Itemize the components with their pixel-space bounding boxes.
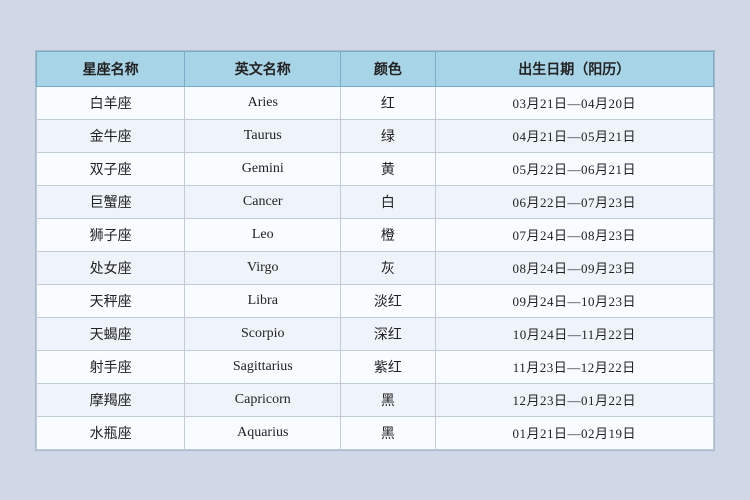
cell-color: 淡红 — [341, 284, 435, 317]
cell-english-name: Sagittarius — [185, 350, 341, 383]
cell-chinese-name: 狮子座 — [37, 218, 185, 251]
cell-date: 07月24日—08月23日 — [435, 218, 713, 251]
cell-date: 04月21日—05月21日 — [435, 119, 713, 152]
cell-date: 03月21日—04月20日 — [435, 86, 713, 119]
header-date: 出生日期（阳历） — [435, 51, 713, 86]
cell-chinese-name: 射手座 — [37, 350, 185, 383]
cell-english-name: Virgo — [185, 251, 341, 284]
table-row: 射手座Sagittarius紫红11月23日—12月22日 — [37, 350, 714, 383]
cell-chinese-name: 金牛座 — [37, 119, 185, 152]
cell-date: 06月22日—07月23日 — [435, 185, 713, 218]
cell-chinese-name: 处女座 — [37, 251, 185, 284]
cell-english-name: Aquarius — [185, 416, 341, 449]
cell-chinese-name: 天秤座 — [37, 284, 185, 317]
table-row: 金牛座Taurus绿04月21日—05月21日 — [37, 119, 714, 152]
cell-chinese-name: 白羊座 — [37, 86, 185, 119]
cell-color: 橙 — [341, 218, 435, 251]
cell-chinese-name: 双子座 — [37, 152, 185, 185]
cell-date: 10月24日—11月22日 — [435, 317, 713, 350]
table-row: 狮子座Leo橙07月24日—08月23日 — [37, 218, 714, 251]
cell-date: 08月24日—09月23日 — [435, 251, 713, 284]
cell-english-name: Leo — [185, 218, 341, 251]
cell-english-name: Aries — [185, 86, 341, 119]
table-row: 摩羯座Capricorn黑12月23日—01月22日 — [37, 383, 714, 416]
zodiac-table-wrapper: 星座名称 英文名称 颜色 出生日期（阳历） 白羊座Aries红03月21日—04… — [35, 50, 715, 451]
cell-date: 11月23日—12月22日 — [435, 350, 713, 383]
cell-color: 红 — [341, 86, 435, 119]
cell-color: 绿 — [341, 119, 435, 152]
cell-chinese-name: 巨蟹座 — [37, 185, 185, 218]
cell-color: 紫红 — [341, 350, 435, 383]
header-color: 颜色 — [341, 51, 435, 86]
cell-color: 黄 — [341, 152, 435, 185]
table-row: 天蝎座Scorpio深红10月24日—11月22日 — [37, 317, 714, 350]
header-chinese-name: 星座名称 — [37, 51, 185, 86]
table-row: 巨蟹座Cancer白06月22日—07月23日 — [37, 185, 714, 218]
cell-english-name: Cancer — [185, 185, 341, 218]
table-row: 处女座Virgo灰08月24日—09月23日 — [37, 251, 714, 284]
cell-chinese-name: 摩羯座 — [37, 383, 185, 416]
cell-english-name: Taurus — [185, 119, 341, 152]
cell-chinese-name: 水瓶座 — [37, 416, 185, 449]
table-row: 水瓶座Aquarius黑01月21日—02月19日 — [37, 416, 714, 449]
cell-color: 黑 — [341, 416, 435, 449]
table-row: 白羊座Aries红03月21日—04月20日 — [37, 86, 714, 119]
table-body: 白羊座Aries红03月21日—04月20日金牛座Taurus绿04月21日—0… — [37, 86, 714, 449]
cell-color: 灰 — [341, 251, 435, 284]
cell-date: 05月22日—06月21日 — [435, 152, 713, 185]
table-row: 天秤座Libra淡红09月24日—10月23日 — [37, 284, 714, 317]
cell-english-name: Libra — [185, 284, 341, 317]
cell-color: 白 — [341, 185, 435, 218]
table-header-row: 星座名称 英文名称 颜色 出生日期（阳历） — [37, 51, 714, 86]
header-english-name: 英文名称 — [185, 51, 341, 86]
cell-date: 01月21日—02月19日 — [435, 416, 713, 449]
cell-color: 深红 — [341, 317, 435, 350]
zodiac-table: 星座名称 英文名称 颜色 出生日期（阳历） 白羊座Aries红03月21日—04… — [36, 51, 714, 450]
cell-date: 09月24日—10月23日 — [435, 284, 713, 317]
cell-english-name: Capricorn — [185, 383, 341, 416]
cell-english-name: Gemini — [185, 152, 341, 185]
cell-color: 黑 — [341, 383, 435, 416]
cell-date: 12月23日—01月22日 — [435, 383, 713, 416]
cell-english-name: Scorpio — [185, 317, 341, 350]
table-row: 双子座Gemini黄05月22日—06月21日 — [37, 152, 714, 185]
cell-chinese-name: 天蝎座 — [37, 317, 185, 350]
